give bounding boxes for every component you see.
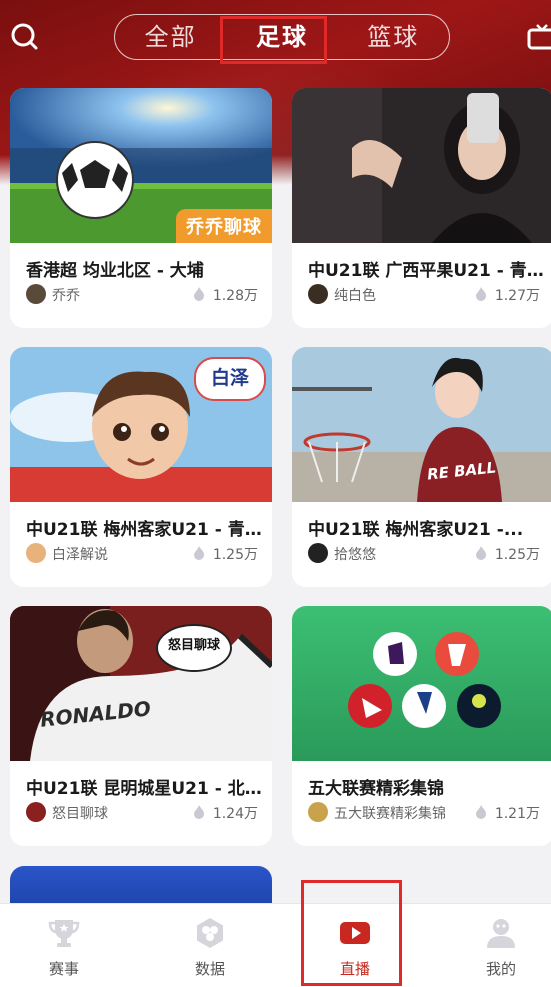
tab-data[interactable]: 数据 bbox=[160, 904, 260, 987]
author-name: 乔乔 bbox=[52, 288, 80, 304]
author-name: 拾悠悠 bbox=[334, 547, 376, 563]
tv-icon[interactable] bbox=[527, 24, 551, 50]
stream-title: 中U21联 梅州客家U21 -... bbox=[308, 520, 524, 540]
tab-all[interactable]: 全部 bbox=[115, 15, 226, 59]
stream-thumbnail bbox=[292, 88, 551, 243]
tab-label: 数据 bbox=[194, 960, 225, 978]
author-name: 纯白色 bbox=[334, 288, 376, 304]
stream-thumbnail: 怒目聊球 RONALDO bbox=[10, 606, 272, 761]
tab-label: 赛事 bbox=[48, 960, 79, 978]
viewer-count: 1.28万 bbox=[212, 288, 258, 304]
streamer-badge: 怒目聊球 bbox=[156, 624, 232, 672]
trophy-icon bbox=[48, 920, 80, 947]
author-name: 五大联赛精彩集锦 bbox=[334, 806, 446, 822]
stream-card[interactable]: 五大联赛精彩集锦 五大联赛精彩集锦 1.21万 bbox=[292, 606, 551, 846]
stream-thumbnail: RE BALL bbox=[292, 347, 551, 502]
streamer-badge: 白泽 bbox=[194, 357, 266, 401]
stream-thumbnail: 白泽 bbox=[10, 347, 272, 502]
flame-icon bbox=[476, 546, 486, 560]
flame-icon bbox=[194, 287, 204, 301]
stream-card[interactable]: 白泽 中U21联 梅州客家U21 - 青... 白泽解说 1.25万 bbox=[10, 347, 272, 587]
viewer-count: 1.25万 bbox=[212, 547, 258, 563]
stream-card[interactable]: RE BALL 中U21联 梅州客家U21 -... 拾悠悠 1.25万 bbox=[292, 347, 551, 587]
flame-icon bbox=[194, 546, 204, 560]
avatar bbox=[308, 802, 328, 822]
user-icon bbox=[487, 919, 515, 948]
flame-icon bbox=[476, 287, 486, 301]
tab-label: 我的 bbox=[485, 960, 516, 978]
avatar bbox=[26, 802, 46, 822]
stream-card[interactable]: 中U21联 广西平果U21 - 青... 纯白色 1.27万 bbox=[292, 88, 551, 328]
avatar bbox=[26, 543, 46, 563]
avatar bbox=[308, 543, 328, 563]
data-icon bbox=[197, 918, 223, 948]
search-icon[interactable] bbox=[10, 22, 40, 52]
tab-profile[interactable]: 我的 bbox=[451, 904, 551, 987]
stream-thumbnail: 乔乔聊球 bbox=[10, 88, 272, 243]
stream-title: 香港超 均业北区 - 大埔 bbox=[26, 261, 204, 281]
avatar bbox=[308, 284, 328, 304]
viewer-count: 1.27万 bbox=[494, 288, 540, 304]
tab-highlight-box bbox=[220, 16, 327, 64]
tab-basketball[interactable]: 篮球 bbox=[338, 15, 449, 59]
tab-events[interactable]: 赛事 bbox=[14, 904, 114, 987]
author-name: 白泽解说 bbox=[52, 547, 108, 563]
live-tab-highlight-box bbox=[301, 880, 402, 986]
viewer-count: 1.25万 bbox=[494, 547, 540, 563]
stream-card[interactable]: 乔乔聊球 香港超 均业北区 - 大埔 乔乔 1.28万 bbox=[10, 88, 272, 328]
avatar bbox=[26, 284, 46, 304]
flame-icon bbox=[476, 805, 486, 819]
viewer-count: 1.21万 bbox=[494, 806, 540, 822]
stream-title: 中U21联 梅州客家U21 - 青... bbox=[26, 520, 262, 540]
stream-thumbnail bbox=[292, 606, 551, 761]
author-name: 怒目聊球 bbox=[52, 806, 108, 822]
viewer-count: 1.24万 bbox=[212, 806, 258, 822]
stream-title: 中U21联 昆明城星U21 - 北... bbox=[26, 779, 262, 799]
stream-title: 中U21联 广西平果U21 - 青... bbox=[308, 261, 544, 281]
streamer-badge: 乔乔聊球 bbox=[176, 209, 272, 243]
stream-card[interactable]: 怒目聊球 RONALDO 中U21联 昆明城星U21 - 北... 怒目聊球 1… bbox=[10, 606, 272, 846]
stream-title: 五大联赛精彩集锦 bbox=[308, 779, 444, 799]
bottom-tab-bar: 赛事 数据 直播 我的 bbox=[0, 903, 551, 987]
flame-icon bbox=[194, 805, 204, 819]
